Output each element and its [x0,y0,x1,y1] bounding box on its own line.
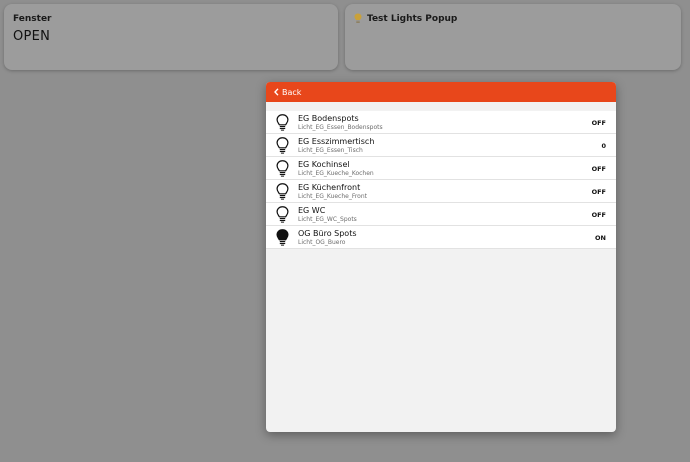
lightbulb-off-icon [276,183,289,200]
item-state[interactable]: OFF [592,188,606,196]
fenster-state: OPEN [13,29,51,44]
item-state[interactable]: OFF [592,165,606,173]
fenster-title: Fenster [13,14,52,24]
back-label: Back [282,87,302,97]
lightbulb-off-icon [276,160,289,177]
item-name: Licht_EG_Kueche_Front [298,193,368,200]
list-item[interactable]: EG Bodenspots Licht_EG_Essen_Bodenspots … [266,111,616,134]
item-state[interactable]: 0 [601,142,606,150]
item-label: EG Bodenspots [298,114,359,123]
item-name: Licht_OG_Buero [298,239,346,246]
item-label: OG Büro Spots [298,229,357,238]
test-lights-title: Test Lights Popup [367,14,458,24]
test-lights-card[interactable]: Test Lights Popup [345,4,681,70]
lightbulb-icon [354,13,362,23]
lightbulb-off-icon [276,206,289,223]
item-label: EG Esszimmertisch [298,137,375,146]
lights-popup: Back EG Bodenspots Licht_EG_Essen_Bodens… [266,82,616,432]
list-item[interactable]: OG Büro Spots Licht_OG_Buero ON [266,226,616,249]
fenster-card[interactable]: Fenster OPEN [4,4,338,70]
list-item[interactable]: EG Küchenfront Licht_EG_Kueche_Front OFF [266,180,616,203]
item-name: Licht_EG_WC_Spots [298,216,357,223]
lightbulb-off-icon [276,114,289,131]
chevron-left-icon [274,88,279,96]
popup-header: Back [266,82,616,102]
lightbulb-off-icon [276,137,289,154]
back-button[interactable]: Back [274,88,301,97]
item-name: Licht_EG_Kueche_Kochen [298,170,374,177]
list-item[interactable]: EG Esszimmertisch Licht_EG_Essen_Tisch 0 [266,134,616,157]
list-item[interactable]: EG WC Licht_EG_WC_Spots OFF [266,203,616,226]
lightbulb-on-icon [276,229,289,246]
item-name: Licht_EG_Essen_Bodenspots [298,124,383,131]
item-label: EG Kochinsel [298,160,350,169]
item-state[interactable]: OFF [592,119,606,127]
item-state[interactable]: OFF [592,211,606,219]
item-name: Licht_EG_Essen_Tisch [298,147,363,154]
item-state[interactable]: ON [595,234,606,242]
lights-list: EG Bodenspots Licht_EG_Essen_Bodenspots … [266,111,616,249]
item-label: EG WC [298,206,326,215]
item-label: EG Küchenfront [298,183,361,192]
list-item[interactable]: EG Kochinsel Licht_EG_Kueche_Kochen OFF [266,157,616,180]
